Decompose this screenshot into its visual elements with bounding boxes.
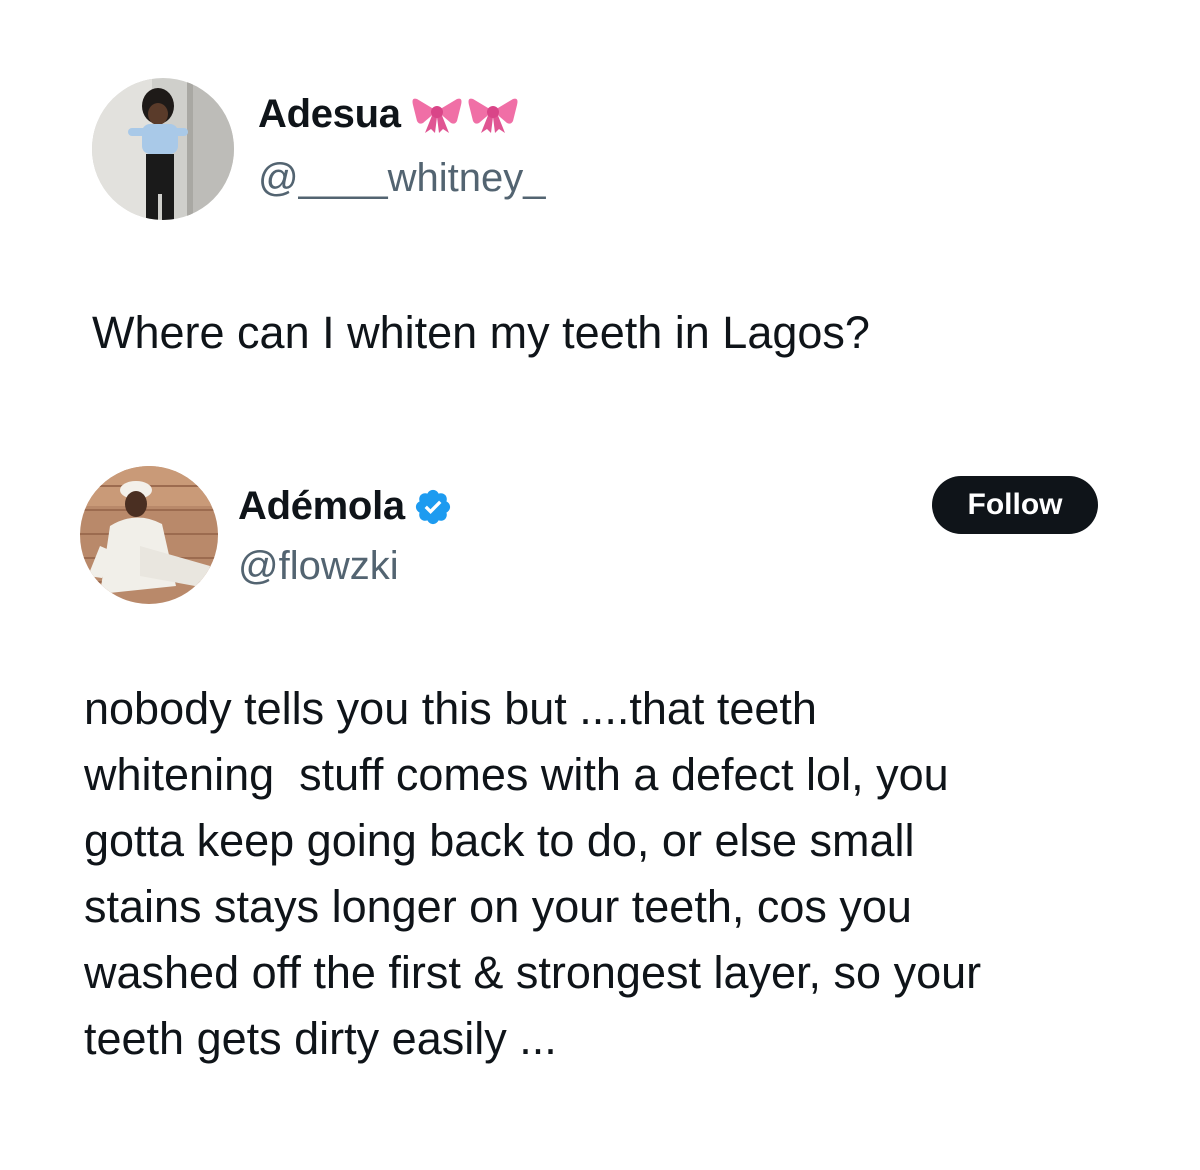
avatar-photo <box>92 78 234 220</box>
avatar-photo <box>80 466 218 604</box>
avatar[interactable] <box>80 466 218 604</box>
tweet-text-line: gotta keep going back to do, or else sma… <box>84 815 915 866</box>
author-name-row: Adesua <box>258 92 519 137</box>
avatar[interactable] <box>92 78 234 220</box>
tweet-text-line: stains stays longer on your teeth, cos y… <box>84 881 912 932</box>
tweet-text: Where can I whiten my teeth in Lagos? <box>92 307 870 358</box>
author-display-name[interactable]: Adémola <box>238 484 405 529</box>
tweet-text-line: whitening stuff comes with a defect lol,… <box>84 749 949 800</box>
tweet-text-line: teeth gets dirty easily ... <box>84 1013 557 1064</box>
tweet-text-line: washed off the first & strongest layer, … <box>84 947 982 998</box>
verified-badge-icon <box>415 489 450 524</box>
name-decorations <box>411 95 519 135</box>
author-handle[interactable]: @____whitney_ <box>258 156 545 201</box>
bow-icon <box>412 98 462 133</box>
tweet-text: nobody tells you this but ....that teeth… <box>84 676 1134 1072</box>
tweet-text-line: nobody tells you this but ....that teeth <box>84 683 817 734</box>
reply-tweet: Adémola @flowzki Follow nobody tells you… <box>0 430 1200 1170</box>
author-name-row: Adémola <box>238 484 453 529</box>
author-display-name[interactable]: Adesua <box>258 92 401 137</box>
author-handle[interactable]: @flowzki <box>238 544 399 589</box>
bow-icon <box>468 98 518 133</box>
follow-button[interactable]: Follow <box>932 476 1098 534</box>
quoted-tweet: Adesua @____whitney_ Where can I whiten … <box>0 0 1200 430</box>
